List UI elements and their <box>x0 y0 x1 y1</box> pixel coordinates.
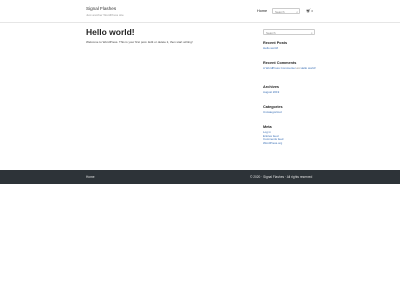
cart-button[interactable]: 🛒︎0 <box>306 8 313 13</box>
post-title[interactable]: Hello world! <box>86 27 135 37</box>
recent-posts-widget: Recent Posts Hello world! <box>263 41 319 51</box>
header-search-placeholder: Search <box>275 9 285 14</box>
archive-link[interactable]: August 2019 <box>263 91 319 95</box>
header-search-input[interactable]: Search ⌕ <box>272 8 300 14</box>
comment-on-text: on <box>296 66 300 71</box>
site-footer: Home © 2020 · Signal Flashes · All right… <box>0 170 400 184</box>
recent-comments-widget: Recent Comments A WordPress Commenter on… <box>263 61 319 71</box>
sidebar-search-input[interactable]: Search ⌕ <box>263 29 315 35</box>
categories-widget: Categories Uncategorized <box>263 105 319 115</box>
nav-home-link[interactable]: Home <box>257 9 267 13</box>
search-icon[interactable]: ⌕ <box>296 10 298 14</box>
comment-author-link[interactable]: A WordPress Commenter <box>263 66 296 70</box>
site-header: Signal Flashes Just another WordPress si… <box>0 0 400 23</box>
footer-copyright: © 2020 · Signal Flashes · All rights res… <box>250 175 313 179</box>
search-icon[interactable]: ⌕ <box>311 31 313 35</box>
comment-post-link[interactable]: Hello world! <box>301 66 316 70</box>
archives-widget: Archives August 2019 <box>263 85 319 95</box>
site-title[interactable]: Signal Flashes <box>86 6 116 11</box>
widget-title: Recent Posts <box>263 41 288 45</box>
widget-title: Archives <box>263 85 280 89</box>
meta-wordpress-link[interactable]: WordPress.org <box>263 141 319 146</box>
post-body: Welcome to WordPress. This is your first… <box>86 40 193 44</box>
widget-title: Categories <box>263 105 283 109</box>
footer-home-link[interactable]: Home <box>86 175 95 179</box>
widget-title: Recent Comments <box>263 61 297 65</box>
site-tagline: Just another WordPress site <box>86 12 124 17</box>
cart-count: 0 <box>311 9 313 13</box>
widget-title: Meta <box>263 125 272 129</box>
category-link[interactable]: Uncategorized <box>263 111 319 115</box>
meta-widget: Meta Log in Entries feed Comments feed W… <box>263 125 319 146</box>
sidebar-search-placeholder: Search <box>266 30 276 35</box>
recent-comment: A WordPress Commenter on Hello world! <box>263 66 319 71</box>
recent-post-link[interactable]: Hello world! <box>263 47 319 51</box>
